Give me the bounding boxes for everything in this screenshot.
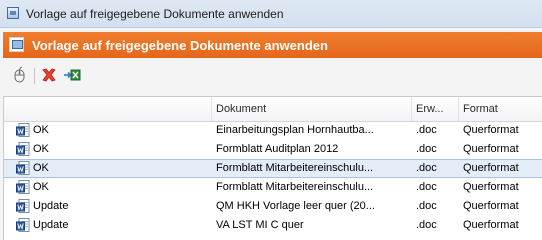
- cell-format: Querformat: [463, 162, 519, 174]
- cell-dokument: QM HKH Vorlage leer quer (20...: [216, 200, 375, 212]
- cell-dokument: Einarbeitungsplan Hornhautba...: [216, 124, 374, 136]
- delete-icon[interactable]: [40, 66, 58, 84]
- cell-status: OK: [33, 162, 49, 174]
- cell-dokument: Formblatt Auditplan 2012: [216, 143, 339, 155]
- cell-status: OK: [33, 143, 49, 155]
- column-header-status[interactable]: [4, 97, 212, 121]
- dialog-title: Vorlage auf freigegebene Dokumente anwen…: [32, 38, 328, 53]
- word-document-icon: [16, 218, 30, 233]
- dialog-icon: [9, 37, 24, 52]
- cell-dokument: Formblatt Mitarbeitereinschulu...: [216, 181, 374, 193]
- table-row[interactable]: OK Formblatt Auditplan 2012 .doc Querformat: [4, 140, 542, 159]
- cell-status: OK: [33, 124, 49, 136]
- cell-format: Querformat: [463, 200, 519, 212]
- cell-status: Update: [33, 219, 69, 231]
- window-title: Vorlage auf freigegebene Dokumente anwen…: [26, 7, 284, 21]
- cell-erweiterung: .doc: [416, 200, 437, 212]
- table-row[interactable]: OK Einarbeitungsplan Hornhautba... .doc Que…: [4, 121, 542, 140]
- table-row[interactable]: OK Formblatt Mitarbeitereinschulu... .doc Q…: [4, 159, 542, 178]
- cell-status: OK: [33, 181, 49, 193]
- cell-status: Update: [33, 200, 69, 212]
- window-title-bar: Vorlage auf freigegebene Dokumente anwen…: [0, 0, 542, 28]
- documents-table: Dokument Erw... Format OK Einarbeitungspl…: [3, 96, 542, 240]
- cell-dokument: Formblatt Mitarbeitereinschulu...: [216, 162, 374, 174]
- column-header-dokument[interactable]: Dokument: [212, 97, 412, 121]
- table-row[interactable]: Update VA LST MI C quer .doc Querformat: [4, 216, 542, 235]
- cell-erweiterung: .doc: [416, 219, 437, 231]
- cell-dokument: VA LST MI C quer: [216, 219, 304, 231]
- table-row[interactable]: OK Formblatt Mitarbeitereinschulu... .doc Q…: [4, 178, 542, 197]
- word-document-icon: [16, 199, 30, 214]
- toolbar: [3, 62, 542, 88]
- cell-format: Querformat: [463, 124, 519, 136]
- word-document-icon: [16, 142, 30, 157]
- cell-erweiterung: .doc: [416, 162, 437, 174]
- word-document-icon: [16, 180, 30, 195]
- cell-erweiterung: .doc: [416, 181, 437, 193]
- column-header-format[interactable]: Format: [459, 97, 542, 121]
- export-excel-icon[interactable]: [63, 66, 81, 84]
- cell-erweiterung: .doc: [416, 143, 437, 155]
- app-icon: [7, 7, 19, 19]
- word-document-icon: [16, 123, 30, 138]
- table-row[interactable]: Update QM HKH Vorlage leer quer (20... .do…: [4, 197, 542, 216]
- cell-format: Querformat: [463, 181, 519, 193]
- column-header-erweiterung[interactable]: Erw...: [412, 97, 459, 121]
- word-document-icon: [16, 161, 30, 176]
- cell-erweiterung: .doc: [416, 124, 437, 136]
- table-header: Dokument Erw... Format: [4, 97, 542, 122]
- toolbar-separator: [34, 68, 35, 84]
- cell-format: Querformat: [463, 219, 519, 231]
- dialog-header: Vorlage auf freigegebene Dokumente anwen…: [3, 32, 542, 58]
- cell-format: Querformat: [463, 143, 519, 155]
- dialog-frame: Vorlage auf freigegebene Dokumente anwen…: [0, 28, 542, 240]
- mouse-icon[interactable]: [11, 66, 29, 84]
